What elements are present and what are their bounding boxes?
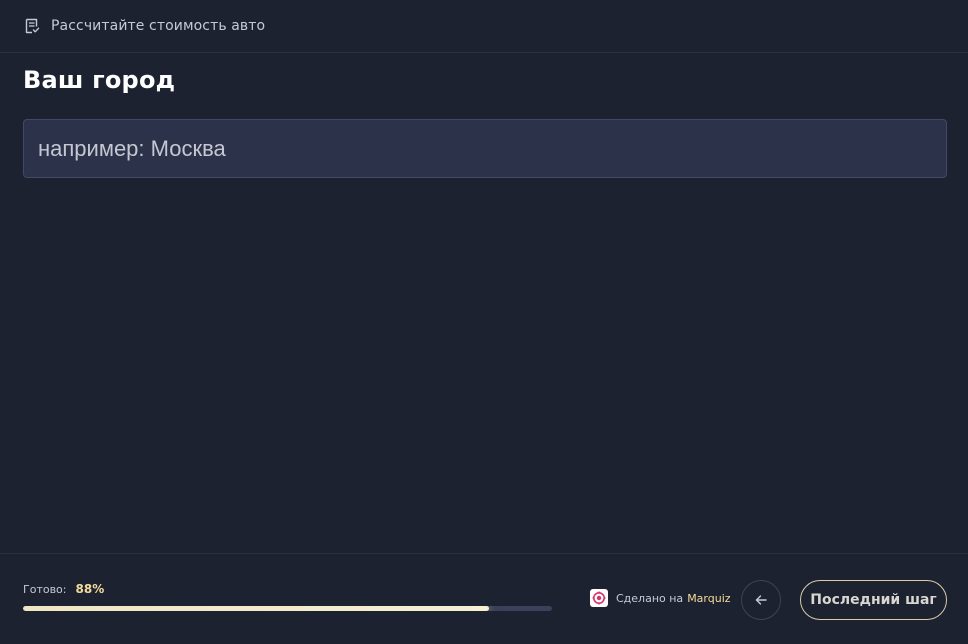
made-by-link[interactable]: Сделано на Marquiz — [590, 589, 731, 607]
made-by-text: Сделано на — [616, 591, 684, 605]
progress-label-row: Готово: 88% — [23, 582, 104, 596]
quiz-header: Рассчитайте стоимость авто — [0, 0, 968, 53]
question-title: Ваш город — [23, 66, 176, 94]
quiz-title: Рассчитайте стоимость авто — [51, 18, 266, 34]
back-button[interactable] — [741, 580, 781, 620]
progress-bar-fill — [23, 606, 489, 611]
city-input[interactable] — [23, 119, 947, 178]
progress-label: Готово: — [23, 583, 67, 596]
quiz-footer: Готово: 88% Сделано на Marquiz Последний… — [0, 553, 968, 644]
last-step-button[interactable]: Последний шаг — [800, 580, 947, 620]
made-by-brand: Marquiz — [687, 591, 731, 605]
progress-value: 88% — [75, 582, 105, 596]
arrow-left-icon — [754, 593, 768, 607]
progress-bar — [23, 606, 552, 611]
checklist-icon — [24, 18, 40, 34]
marquiz-logo-icon — [590, 589, 608, 607]
